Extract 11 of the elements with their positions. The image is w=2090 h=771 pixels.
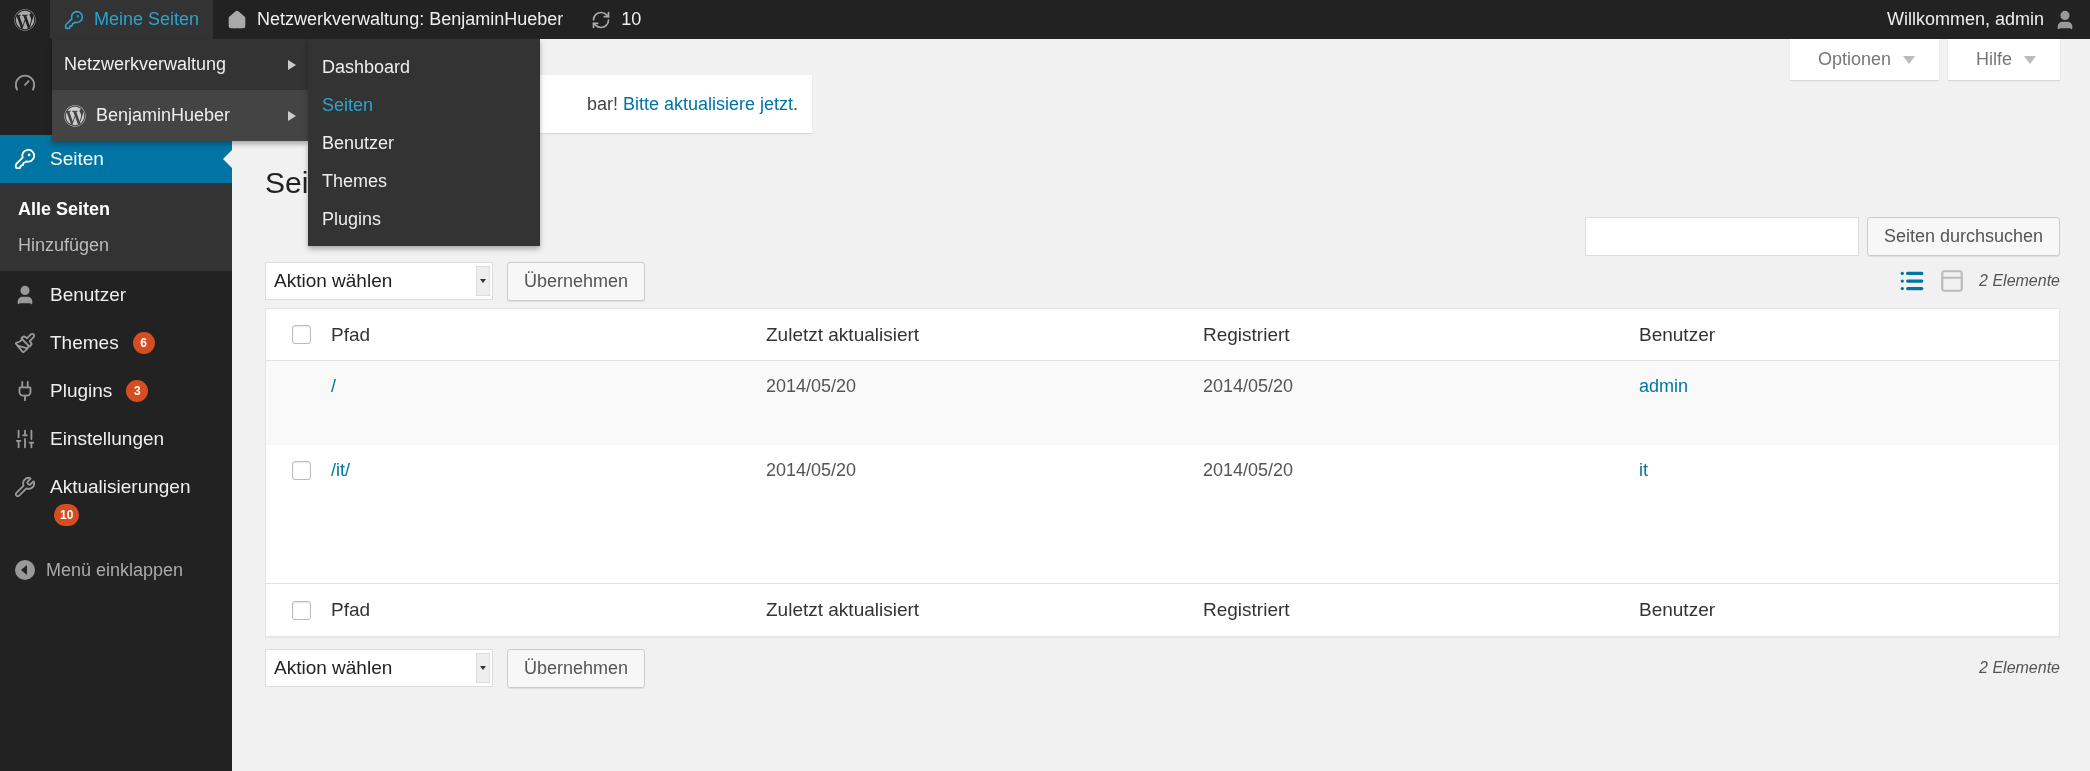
count-badge: 6 (132, 332, 155, 354)
table-cell: 2014/05/20 (766, 460, 857, 481)
count-badge: 3 (126, 380, 149, 402)
table-cell: 2014/05/20 (1203, 376, 1294, 397)
table-cell: 2014/05/20 (766, 376, 857, 397)
page-title: Sei (265, 165, 309, 201)
notice-text: bar! Bitte aktualisiere jetzt. (586, 93, 798, 115)
count-badge: 10 (54, 504, 80, 526)
item-count: 2 Elemente (1979, 272, 2060, 290)
table-cell: 2014/05/20 (1203, 460, 1294, 481)
item-count: 2 Elemente (1979, 659, 2060, 677)
